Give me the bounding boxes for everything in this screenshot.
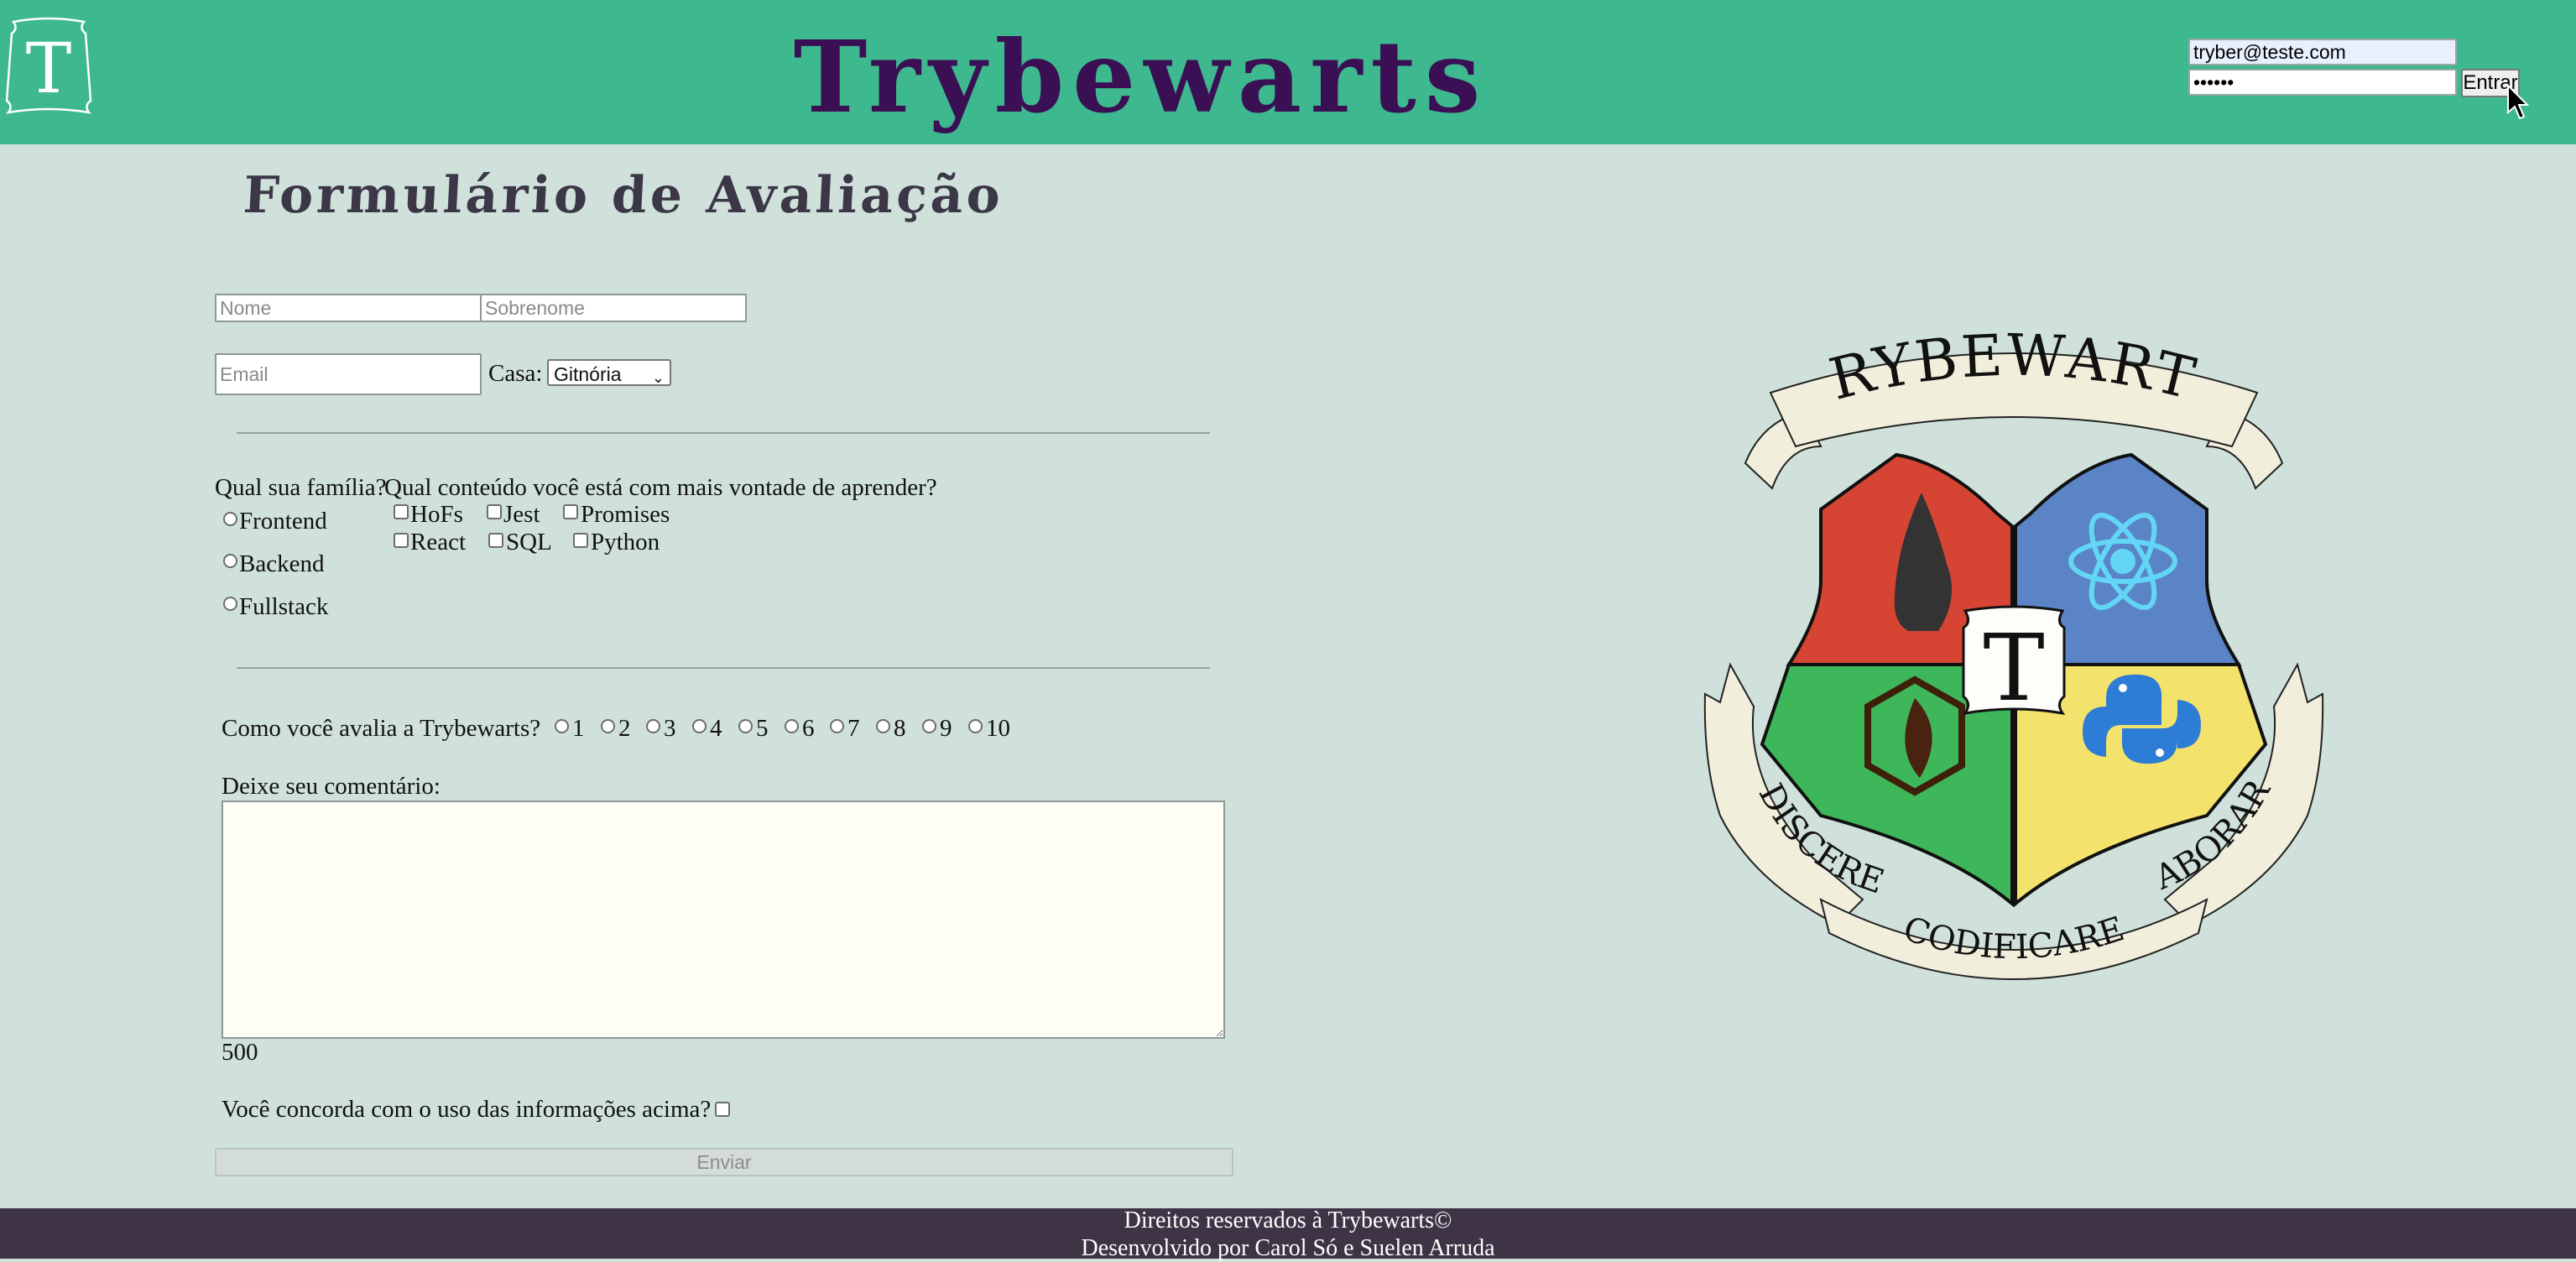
family-radio-backend[interactable]	[223, 554, 237, 568]
house-select[interactable]: Gitnória ⌄	[547, 359, 671, 386]
house-select-value: Gitnória	[554, 363, 622, 385]
crest-center-letter: T	[1983, 614, 2044, 722]
rating-radio-7[interactable]	[830, 719, 844, 733]
content-option-label: Jest	[503, 501, 540, 528]
rating-option-label: 6	[802, 715, 815, 742]
rating-option-label: 7	[847, 715, 860, 742]
form-title: Formulário de Avaliação	[242, 166, 1005, 225]
rating-option-label: 10	[986, 715, 1010, 742]
content-question: Qual conteúdo você está com mais vontade…	[384, 474, 937, 501]
house-label: Casa:	[488, 360, 543, 387]
login-password-input[interactable]	[2188, 69, 2457, 96]
content-checkbox-hofs[interactable]	[394, 504, 409, 519]
rating-option-label: 3	[664, 715, 676, 742]
login-email-input[interactable]	[2188, 39, 2457, 65]
content-option-label: Promises	[581, 501, 670, 528]
crest-top-banner: TRYBEWARTS	[1695, 312, 2284, 490]
char-counter: 500	[222, 1039, 258, 1066]
content-checkbox-react[interactable]	[394, 533, 409, 548]
rating-radio-3[interactable]	[646, 719, 660, 733]
rating-option-label: 2	[618, 715, 631, 742]
family-option-label: Fullstack	[239, 593, 329, 620]
content-option-label: SQL	[506, 529, 552, 555]
page-footer: Direitos reservados à Trybewarts© Desenv…	[0, 1207, 2576, 1261]
footer-copyright: Direitos reservados à Trybewarts©	[1124, 1207, 1452, 1233]
family-option-label: Frontend	[239, 508, 327, 535]
top-header: T Trybewarts Entrar	[0, 0, 2576, 144]
rating-option-label: 4	[710, 715, 722, 742]
last-name-input[interactable]	[480, 294, 747, 322]
content-option-label: React	[410, 529, 467, 555]
content-option-label: HoFs	[410, 501, 463, 528]
first-name-input[interactable]	[215, 294, 482, 322]
agreement-label: Você concorda com o uso das informações …	[222, 1096, 712, 1123]
content-checkbox-jest[interactable]	[487, 504, 502, 519]
content-option-label: Python	[591, 529, 660, 555]
content-checkbox-promises[interactable]	[563, 504, 578, 519]
rating-question: Como você avalia a Trybewarts?	[222, 715, 541, 742]
mouse-cursor-icon	[2507, 84, 2530, 120]
rating-radio-8[interactable]	[876, 719, 890, 733]
rating-option-label: 9	[940, 715, 952, 742]
rating-radio-4[interactable]	[692, 719, 707, 733]
crest-center-badge: T	[1962, 605, 2066, 722]
rating-option-label: 1	[572, 715, 585, 742]
rating-radio-2[interactable]	[601, 719, 615, 733]
content-checkbox-sql[interactable]	[488, 533, 503, 548]
family-option-label: Backend	[239, 550, 325, 577]
trybewarts-crest: TRYBEWARTS T DISCERE CODIFICARE	[1695, 312, 2324, 980]
email-input[interactable]	[215, 353, 482, 395]
rating-radio-5[interactable]	[738, 719, 753, 733]
chevron-down-icon: ⌄	[651, 369, 665, 386]
brand-title: Trybewarts	[793, 18, 1489, 135]
rating-radio-6[interactable]	[785, 719, 799, 733]
rating-option-label: 5	[756, 715, 769, 742]
footer-credits: Desenvolvido por Carol Só e Suelen Arrud…	[1081, 1235, 1495, 1261]
comment-label: Deixe seu comentário:	[222, 773, 441, 800]
divider	[237, 667, 1210, 669]
agreement-checkbox[interactable]	[715, 1102, 730, 1117]
family-radio-fullstack[interactable]	[223, 597, 237, 611]
rating-radio-1[interactable]	[555, 719, 569, 733]
submit-button[interactable]: Enviar	[215, 1148, 1233, 1176]
content-checkbox-python[interactable]	[573, 533, 588, 548]
family-question: Qual sua família?	[215, 474, 387, 501]
family-radio-frontend[interactable]	[223, 512, 237, 526]
comment-textarea[interactable]	[222, 800, 1225, 1039]
divider	[237, 432, 1210, 434]
rating-radio-9[interactable]	[922, 719, 936, 733]
rating-option-label: 8	[894, 715, 906, 742]
rating-radio-10[interactable]	[968, 719, 983, 733]
